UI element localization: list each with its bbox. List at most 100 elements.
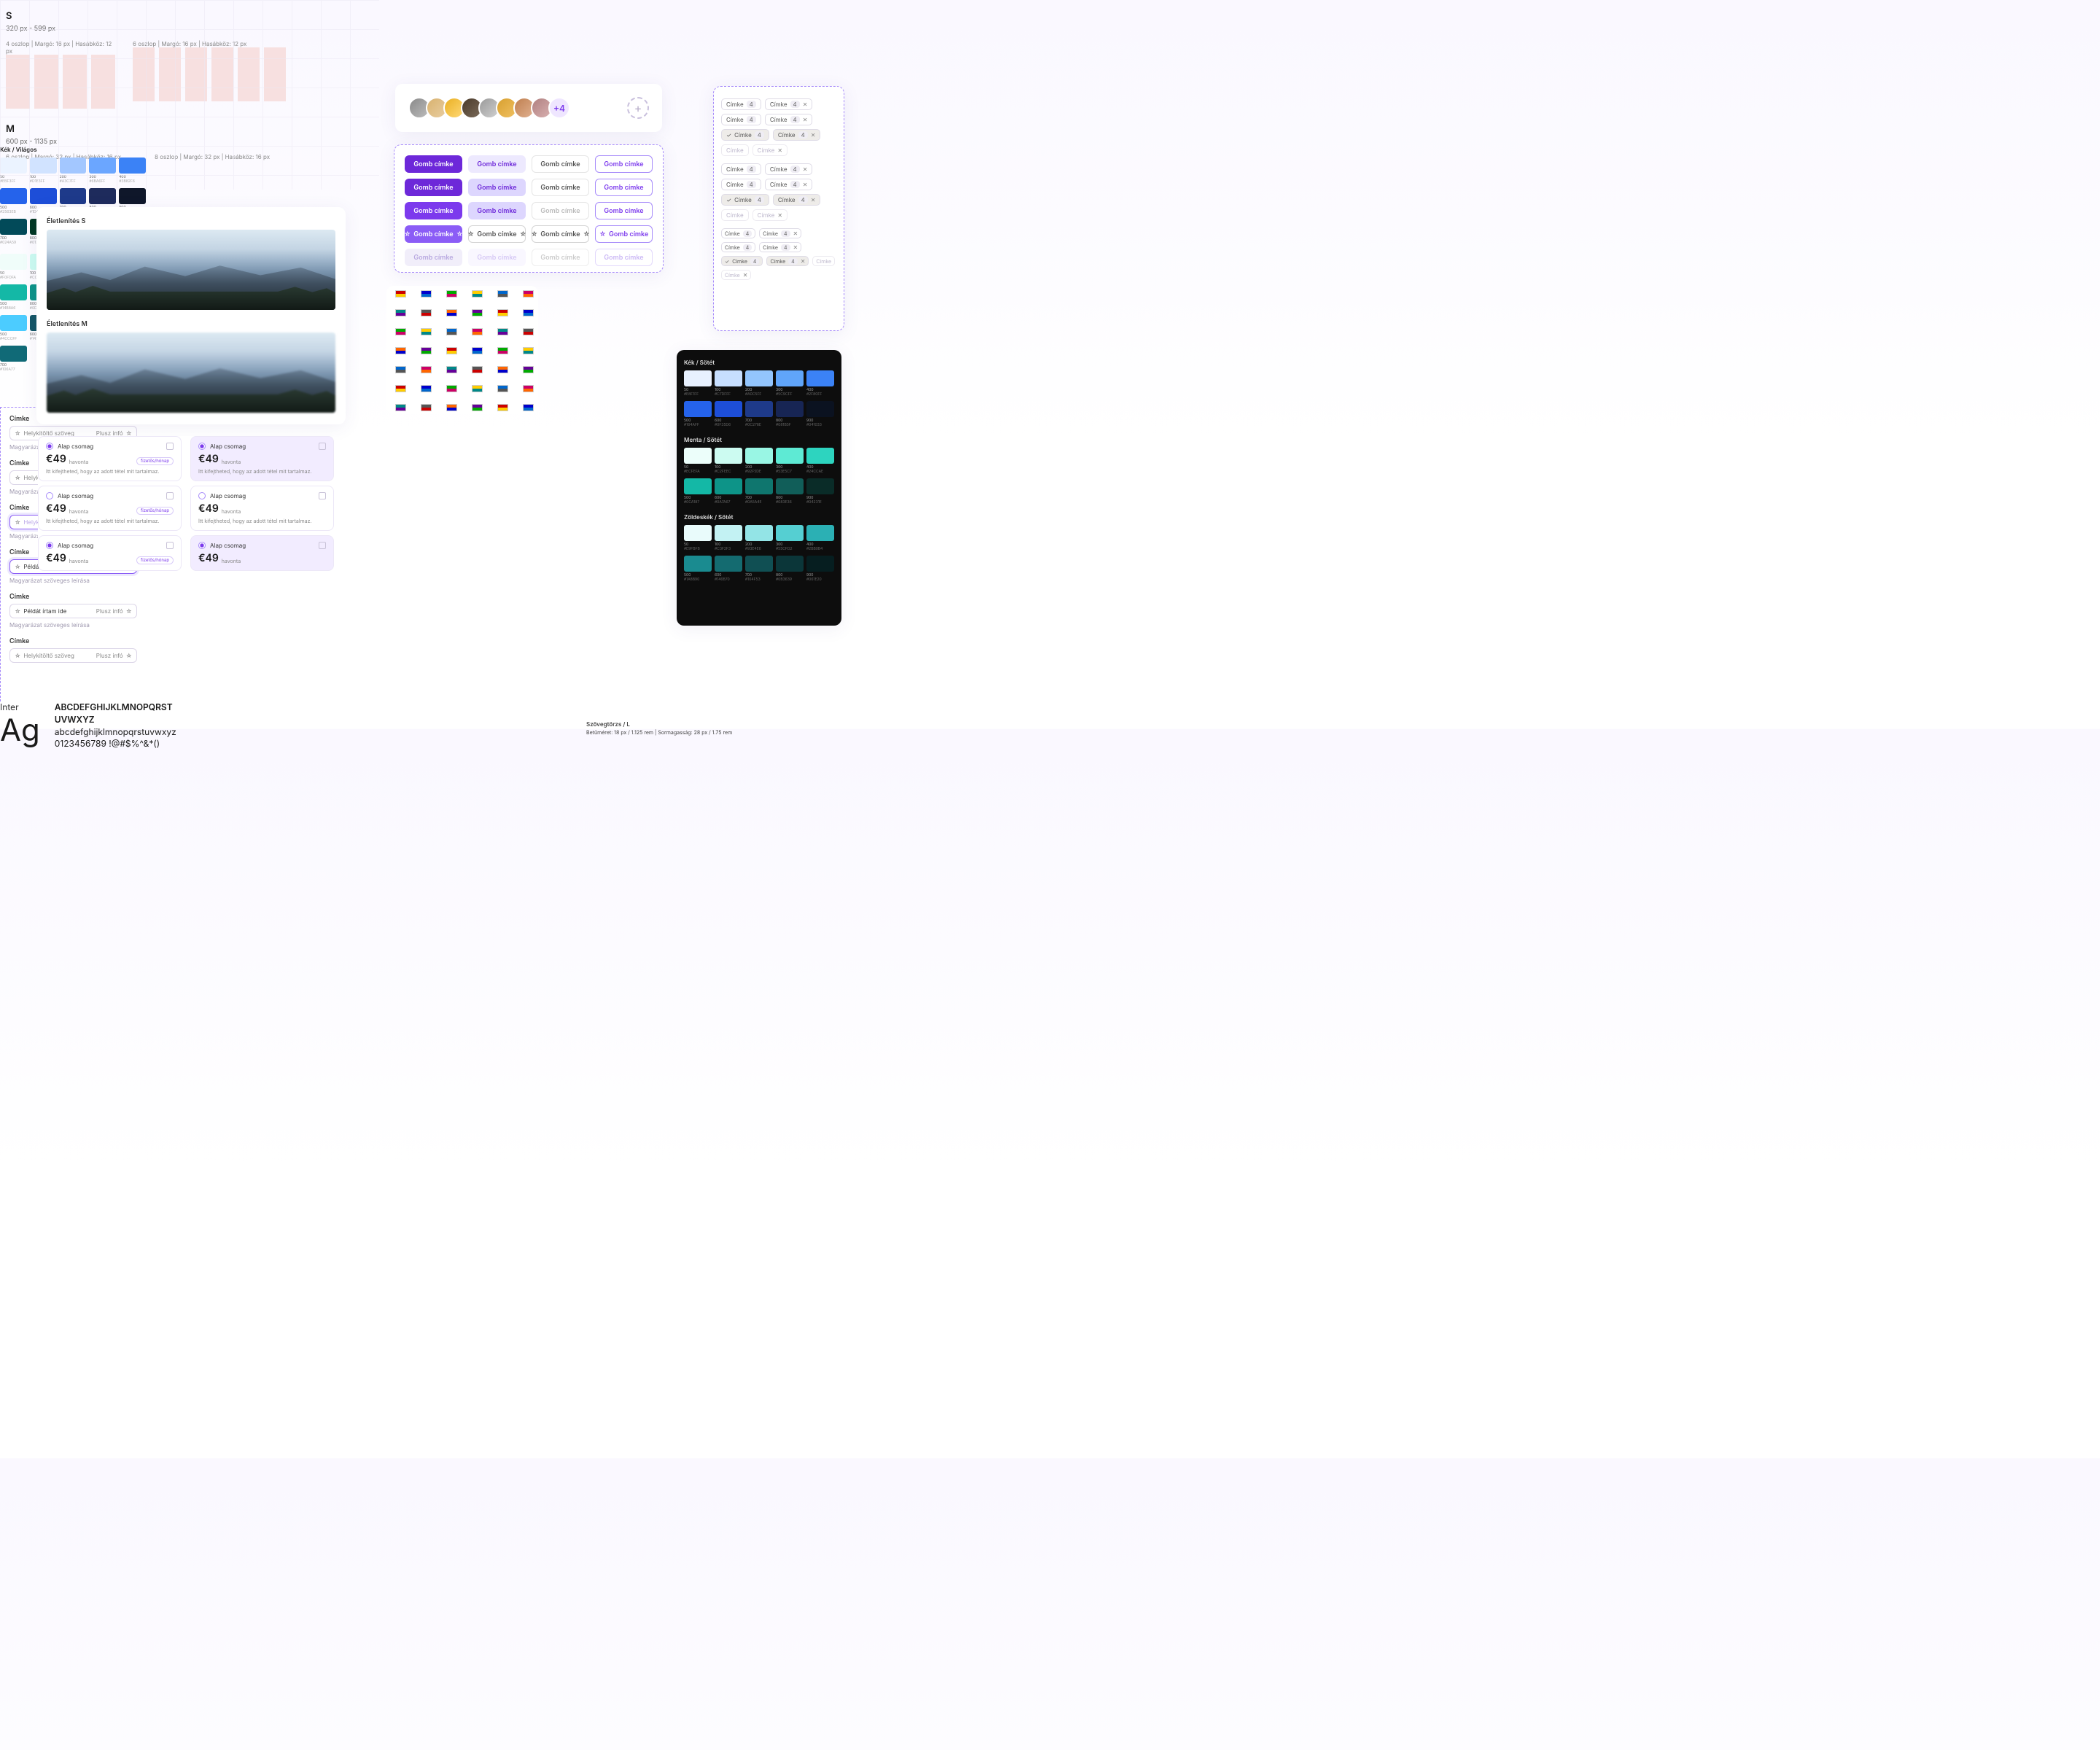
color-swatch[interactable]: 100#C7DFFF (715, 370, 742, 397)
tag[interactable]: Címke4✕ (765, 98, 813, 110)
checkbox-icon[interactable] (319, 443, 326, 450)
pricing-option[interactable]: Alap csomag €49havontafizetős/hónap (38, 535, 182, 571)
checkbox-icon[interactable] (166, 443, 174, 450)
tag-selected[interactable]: Címke4✕ (766, 256, 809, 266)
button-outlined[interactable]: Gomb címke (595, 202, 653, 219)
button-primary[interactable]: Gomb címke (405, 179, 462, 196)
tag[interactable]: Címke4 (721, 179, 761, 190)
color-swatch[interactable]: 200#A0C5FF (745, 370, 773, 397)
tag[interactable]: Címke4 (721, 163, 761, 175)
close-icon[interactable]: ✕ (801, 257, 806, 265)
color-swatch[interactable]: 700#0C278E (745, 401, 773, 427)
color-swatch[interactable]: 700#0A5A4E (745, 478, 773, 505)
text-input[interactable]: ☆Példát írtam idePlusz infó☆ (9, 604, 137, 618)
color-swatch[interactable]: 100#C2FEEC (715, 448, 742, 474)
close-icon[interactable]: ✕ (793, 230, 798, 237)
tag[interactable]: Címke4✕ (765, 114, 813, 125)
button-secondary[interactable]: Gomb címke (468, 202, 526, 219)
color-swatch[interactable]: 500#164AFF (684, 401, 712, 427)
close-icon[interactable]: ✕ (803, 166, 808, 173)
pricing-option[interactable]: Alap csomag €49havonta Itt kifejtheted, … (190, 486, 334, 531)
radio-icon[interactable] (46, 542, 53, 549)
button-secondary[interactable]: Gomb címke (468, 155, 526, 173)
color-swatch[interactable]: 900#04231E (806, 478, 834, 505)
button-primary[interactable]: Gomb címke (405, 202, 462, 219)
color-swatch[interactable]: 200#93E4E6 (745, 525, 773, 551)
color-swatch[interactable]: 800#083E36 (776, 478, 804, 505)
tag[interactable]: Címke4✕ (759, 228, 801, 238)
pricing-option-selected[interactable]: Alap csomag €49havonta (190, 535, 334, 571)
color-swatch[interactable]: 500#1A8B90 (684, 556, 712, 582)
tag[interactable]: Címke4 (721, 242, 755, 252)
close-icon[interactable]: ✕ (793, 244, 798, 251)
color-swatch[interactable]: 500#2563EB (0, 188, 27, 214)
button-ghost[interactable]: Gomb címke (532, 179, 589, 196)
color-swatch[interactable]: 900#041033 (806, 401, 834, 427)
tag[interactable]: Címke4 (721, 114, 761, 125)
tag-selected[interactable]: ✓Címke4 (721, 129, 769, 141)
color-swatch[interactable]: 700#106A77 (0, 346, 27, 372)
color-swatch[interactable]: 50#E9FBFB (684, 525, 712, 551)
radio-icon[interactable] (198, 492, 206, 499)
radio-icon[interactable] (46, 443, 53, 450)
color-swatch[interactable]: 300#5C9CFF (776, 370, 804, 397)
color-swatch[interactable]: 50#F0FDFA (0, 254, 27, 280)
color-swatch[interactable]: 300#55CFD2 (776, 525, 804, 551)
button-ghost-star[interactable]: ☆Gomb címke☆ (532, 225, 589, 243)
color-swatch[interactable]: 700#104F53 (745, 556, 773, 582)
close-icon[interactable]: ✕ (803, 116, 808, 123)
color-swatch[interactable]: 600#0A7A67 (715, 478, 742, 505)
tag[interactable]: Címke4✕ (759, 242, 801, 252)
color-swatch[interactable]: 200#92F5DE (745, 448, 773, 474)
checkbox-icon[interactable] (166, 492, 174, 499)
color-swatch[interactable]: 50#E8F1FF (684, 370, 712, 397)
color-swatch[interactable]: 400#2BB0B4 (806, 525, 834, 551)
button-primary[interactable]: Gomb címke (405, 155, 462, 173)
button-primary-star[interactable]: ☆Gomb címke☆ (405, 225, 462, 243)
color-swatch[interactable]: 500#4CCCFF (0, 315, 27, 341)
color-swatch[interactable]: 100#C3F2F3 (715, 525, 742, 551)
button-ghost[interactable]: Gomb címke (532, 155, 589, 173)
color-swatch[interactable]: 400#24CCAE (806, 448, 834, 474)
button-outlined-star[interactable]: ☆Gomb címke (595, 225, 653, 243)
radio-icon[interactable] (46, 492, 53, 499)
radio-icon[interactable] (198, 443, 206, 450)
add-avatar-button[interactable]: + (627, 97, 649, 119)
pricing-option[interactable]: Alap csomag €49havontafizetős/hónap Itt … (38, 436, 182, 481)
checkbox-icon[interactable] (166, 542, 174, 549)
tag[interactable]: Címke4✕ (765, 179, 813, 190)
close-icon[interactable]: ✕ (811, 131, 816, 139)
color-swatch[interactable]: 700#024A59 (0, 219, 27, 245)
color-swatch[interactable]: 600#146B70 (715, 556, 742, 582)
tag-selected[interactable]: Címke4✕ (773, 194, 821, 206)
text-input[interactable]: ☆Helykitöltő szövegPlusz infó☆ (9, 648, 137, 663)
avatar-overflow-badge[interactable]: +4 (548, 97, 570, 119)
button-outlined[interactable]: Gomb címke (595, 155, 653, 173)
tag-selected[interactable]: ✓Címke4 (721, 256, 763, 266)
tag-selected[interactable]: Címke4✕ (773, 129, 821, 141)
tag[interactable]: Címke4✕ (765, 163, 813, 175)
close-icon[interactable]: ✕ (803, 181, 808, 188)
color-swatch[interactable]: 800#0B3639 (776, 556, 804, 582)
button-outlined[interactable]: Gomb címke (595, 179, 653, 196)
color-swatch[interactable]: 600#0F35D6 (715, 401, 742, 427)
close-icon[interactable]: ✕ (803, 101, 808, 108)
color-swatch[interactable]: 400#2F80FF (806, 370, 834, 397)
color-swatch[interactable]: 900#061E20 (806, 556, 834, 582)
pricing-option[interactable]: Alap csomag €49havontafizetős/hónap Itt … (38, 486, 182, 531)
color-swatch[interactable]: 800#081B5F (776, 401, 804, 427)
tag-selected[interactable]: ✓Címke4 (721, 194, 769, 206)
checkbox-icon[interactable] (319, 542, 326, 549)
tag[interactable]: Címke4 (721, 98, 761, 110)
button-ghost-star[interactable]: ☆Gomb címke☆ (468, 225, 526, 243)
close-icon[interactable]: ✕ (811, 196, 816, 203)
button-secondary[interactable]: Gomb címke (468, 179, 526, 196)
color-swatch[interactable]: 500#14B8A6 (0, 284, 27, 311)
radio-icon[interactable] (198, 542, 206, 549)
color-swatch[interactable]: 300#53E5C7 (776, 448, 804, 474)
color-swatch[interactable]: 50#ECFEFA (684, 448, 712, 474)
tag[interactable]: Címke4 (721, 228, 755, 238)
pricing-option-selected[interactable]: Alap csomag €49havonta Itt kifejtheted, … (190, 436, 334, 481)
color-swatch[interactable]: 500#0CA187 (684, 478, 712, 505)
checkbox-icon[interactable] (319, 492, 326, 499)
